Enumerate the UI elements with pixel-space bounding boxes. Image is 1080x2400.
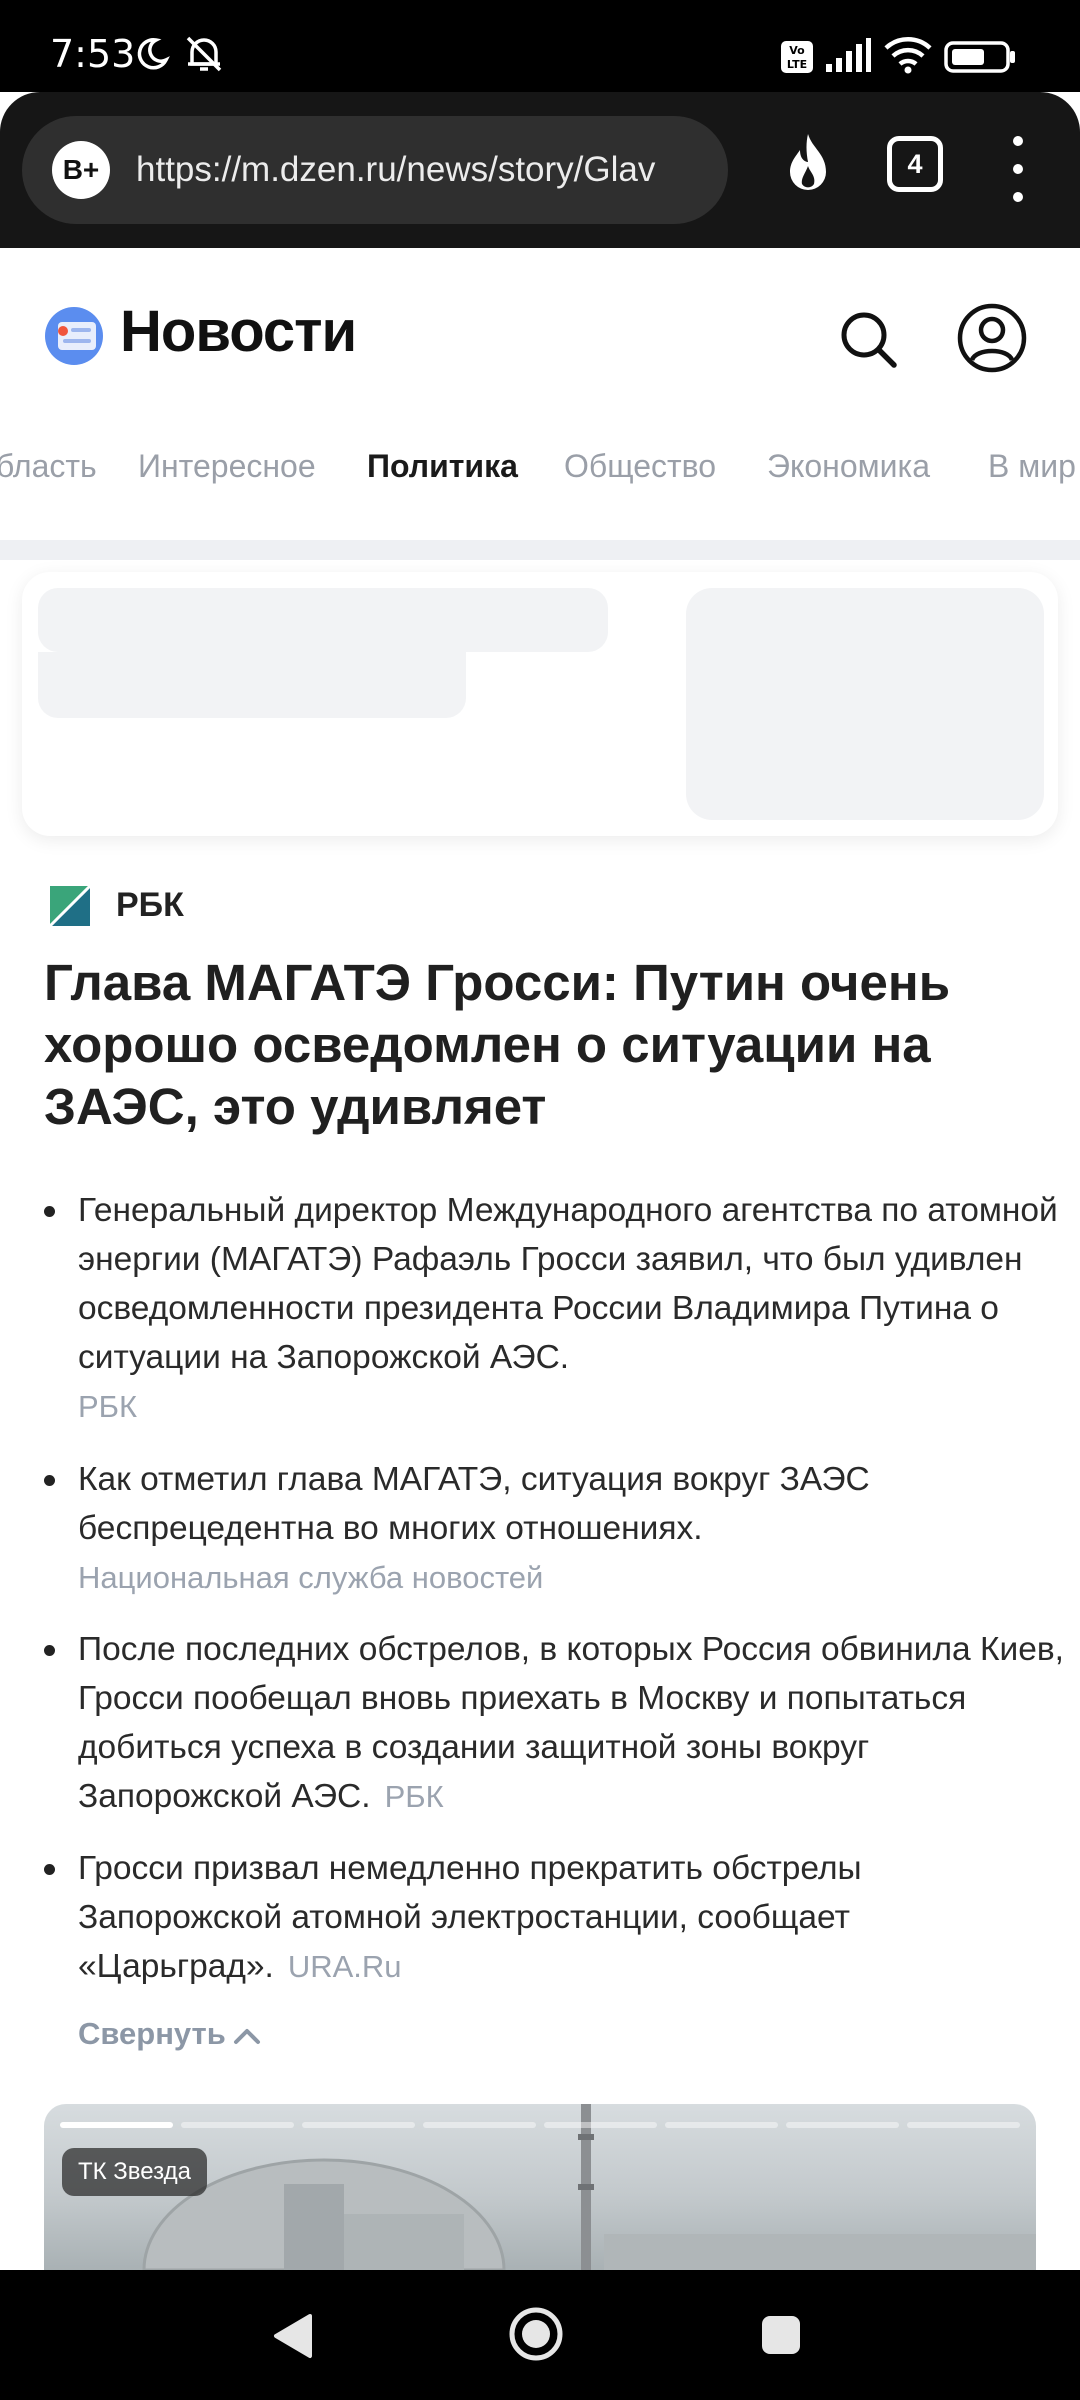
profile-icon[interactable]: [956, 302, 1028, 374]
summary-source-link[interactable]: URA.Ru: [288, 1949, 402, 1984]
summary-text: Как отметил глава МАГАТЭ, ситуация вокру…: [78, 1461, 870, 1547]
rbc-logo-icon[interactable]: [48, 884, 92, 928]
section-divider: [0, 540, 1080, 560]
story-progress-segment: [544, 2122, 657, 2128]
tab-economy[interactable]: Экономика: [767, 440, 930, 492]
news-logo-icon[interactable]: [44, 306, 104, 366]
summary-source-link[interactable]: РБК: [385, 1779, 444, 1814]
bullet: [44, 1645, 55, 1656]
story-progress-segment: [665, 2122, 778, 2128]
wifi-icon: [884, 37, 932, 74]
loading-card: [22, 572, 1058, 836]
browser-badge[interactable]: B+: [52, 141, 110, 199]
bullet: [44, 1206, 55, 1217]
svg-text:Vo: Vo: [789, 44, 805, 57]
svg-text:LTE: LTE: [787, 58, 807, 71]
category-tabs: бласть Интересное Политика Общество Экон…: [0, 440, 1080, 492]
story-progress-segment: [181, 2122, 294, 2128]
chevron-up-icon: [233, 2028, 260, 2044]
volte-icon: Vo LTE: [781, 41, 813, 73]
tab-world[interactable]: В мир: [988, 440, 1076, 492]
skeleton-image: [686, 588, 1044, 820]
tab-politics[interactable]: Политика: [367, 440, 518, 492]
bullet: [44, 1864, 55, 1875]
browser-toolbar: B+ https://m.dzen.ru/news/story/Glav 4: [0, 92, 1080, 248]
status-bar: 7:53 Vo LTE: [0, 0, 1080, 92]
moon-icon: [137, 38, 170, 70]
page-title[interactable]: Новости: [120, 298, 357, 365]
story-progress-segment: [907, 2122, 1020, 2128]
search-icon[interactable]: [836, 307, 900, 371]
battery-icon: [944, 41, 1015, 73]
summary-text: Гросси призвал немедленно прекратить обс…: [78, 1850, 862, 1985]
article-source[interactable]: РБК: [116, 882, 184, 928]
address-bar[interactable]: B+ https://m.dzen.ru/news/story/Glav: [22, 116, 728, 224]
tab-interesting[interactable]: Интересное: [138, 440, 316, 492]
summary-source-link[interactable]: РБК: [78, 1382, 1068, 1431]
recents-icon[interactable]: [760, 2314, 802, 2356]
bullet: [44, 1475, 55, 1486]
summary-text: Генеральный директор Международного аген…: [78, 1192, 1058, 1376]
article-headline[interactable]: Глава МАГАТЭ Гросси: Путин очень хорошо …: [44, 952, 1034, 1138]
fire-icon[interactable]: [780, 132, 836, 198]
tab-society[interactable]: Общество: [564, 440, 716, 492]
collapse-button[interactable]: Свернуть: [78, 2012, 262, 2056]
home-icon[interactable]: [508, 2306, 564, 2362]
url-text[interactable]: https://m.dzen.ru/news/story/Glav: [136, 144, 712, 196]
summary-source-link[interactable]: Национальная служба новостей: [78, 1553, 1068, 1602]
alarm-off-icon: [186, 36, 222, 72]
back-icon[interactable]: [270, 2312, 314, 2360]
skeleton-line: [38, 652, 466, 718]
status-time: 7:53: [50, 32, 136, 76]
summary-text: После последних обстрелов, в которых Рос…: [78, 1631, 1064, 1815]
skeleton-line: [38, 588, 608, 652]
collapse-label: Свернуть: [78, 2016, 226, 2051]
tab-region[interactable]: бласть: [0, 440, 97, 492]
tabs-count-button[interactable]: 4: [887, 136, 943, 192]
more-vert-icon[interactable]: [1008, 132, 1028, 208]
story-progress-segment: [302, 2122, 415, 2128]
story-progress-segment: [60, 2122, 173, 2128]
signal-icon: [826, 38, 871, 72]
video-card[interactable]: ТК Звезда: [44, 2104, 1036, 2270]
system-nav-bar: [0, 2270, 1080, 2400]
story-progress-segment: [423, 2122, 536, 2128]
video-source-badge[interactable]: ТК Звезда: [62, 2148, 207, 2196]
story-progress-segment: [786, 2122, 899, 2128]
